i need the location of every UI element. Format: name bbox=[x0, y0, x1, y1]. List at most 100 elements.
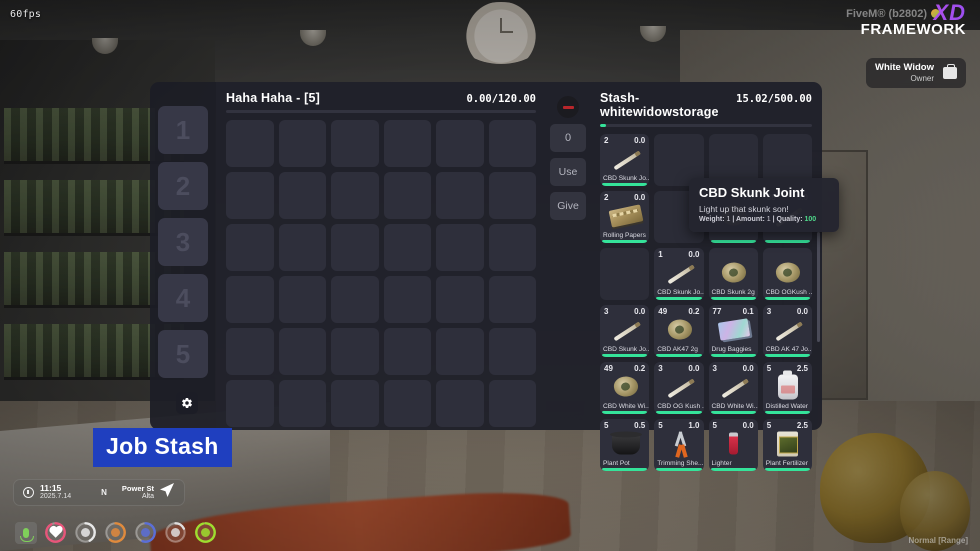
inventory-slot[interactable] bbox=[331, 380, 379, 427]
status-core bbox=[201, 528, 210, 537]
inventory-slot[interactable] bbox=[488, 172, 536, 219]
stash-slot-item[interactable]: 3 0.0 CBD AK 47 Jo... bbox=[762, 305, 812, 357]
stash-slot-item[interactable]: 1 0.0 CBD Skunk Jo... bbox=[654, 248, 704, 300]
hotbar-slot-3[interactable]: 3 bbox=[158, 218, 208, 266]
use-button[interactable]: Use bbox=[550, 158, 586, 186]
stash-slot-item[interactable]: 77 0.1 Drug Baggies bbox=[708, 305, 758, 357]
item-label: CBD AK 47 Jo... bbox=[765, 346, 812, 353]
item-label: Plant Pot bbox=[603, 460, 630, 467]
stash-slot-item[interactable]: 2 0.0 Rolling Papers bbox=[600, 191, 650, 243]
item-label: CBD OGKush ... bbox=[765, 289, 812, 296]
hotbar-slot-1[interactable]: 1 bbox=[158, 106, 208, 154]
inventory-slot[interactable] bbox=[488, 224, 536, 271]
hotbar-slot-5[interactable]: 5 bbox=[158, 330, 208, 378]
inventory-slot[interactable] bbox=[278, 172, 326, 219]
inventory-slot[interactable] bbox=[383, 120, 431, 167]
stash-slot-item[interactable]: 3 0.0 CBD White Wi... bbox=[708, 362, 758, 414]
inventory-slot[interactable] bbox=[488, 328, 536, 375]
stash-slot-item[interactable]: 49 0.2 CBD AK47 2g bbox=[654, 305, 704, 357]
inventory-slot[interactable] bbox=[488, 380, 536, 427]
stash-weight-bar-fill bbox=[600, 124, 607, 127]
inventory-slot[interactable] bbox=[278, 328, 326, 375]
inventory-slot[interactable] bbox=[226, 276, 274, 323]
inventory-slot[interactable] bbox=[383, 380, 431, 427]
hotbar-slot-2[interactable]: 2 bbox=[158, 162, 208, 210]
stash-weight-bar bbox=[600, 124, 812, 127]
inventory-slot[interactable] bbox=[436, 120, 484, 167]
hotbar-slot-4[interactable]: 4 bbox=[158, 274, 208, 322]
inventory-slot[interactable] bbox=[436, 276, 484, 323]
inventory-slot[interactable] bbox=[383, 276, 431, 323]
hotbar-slot-number: 4 bbox=[175, 282, 191, 313]
inventory-slot[interactable] bbox=[383, 224, 431, 271]
inventory-slot[interactable] bbox=[436, 380, 484, 427]
inventory-slot[interactable] bbox=[383, 172, 431, 219]
inventory-slot[interactable] bbox=[226, 224, 274, 271]
stash-slot-item[interactable]: 49 0.2 CBD White Wi... bbox=[600, 362, 650, 414]
stash-slot-item[interactable]: 2 0.0 CBD Skunk Jo... bbox=[600, 134, 650, 186]
inventory-slot[interactable] bbox=[488, 276, 536, 323]
joint-item-icon bbox=[662, 372, 696, 402]
tooltip-item-meta: Weight: 1 | Amount: 1 | Quality: 100 bbox=[699, 215, 817, 223]
player-inventory-weight: 0.00/120.00 bbox=[466, 93, 536, 105]
inventory-slot[interactable] bbox=[383, 328, 431, 375]
hotbar-slot-number: 5 bbox=[175, 338, 191, 369]
status-core bbox=[171, 528, 180, 537]
inventory-slot[interactable] bbox=[436, 328, 484, 375]
stash-slot-item[interactable]: 5 2.5 Distilled Water bbox=[762, 362, 812, 414]
stash-slot-item[interactable]: 5 0.0 Lighter bbox=[708, 419, 758, 471]
inventory-slot[interactable] bbox=[436, 172, 484, 219]
player-inventory-grid[interactable] bbox=[226, 120, 536, 427]
inventory-slot[interactable] bbox=[226, 328, 274, 375]
inventory-slot[interactable] bbox=[278, 120, 326, 167]
item-durability-bar bbox=[656, 411, 702, 414]
inventory-slot[interactable] bbox=[226, 380, 274, 427]
item-label: Plant Fertilizer bbox=[765, 460, 808, 467]
stash-scrollbar[interactable] bbox=[817, 232, 820, 342]
inventory-slot[interactable] bbox=[331, 120, 379, 167]
stash-slot-empty[interactable] bbox=[600, 248, 650, 300]
inventory-slot[interactable] bbox=[331, 224, 379, 271]
item-label: CBD Skunk Jo... bbox=[603, 346, 650, 353]
inventory-slot[interactable] bbox=[436, 224, 484, 271]
stash-slot-item[interactable]: 5 0.5 Plant Pot bbox=[600, 419, 650, 471]
give-button[interactable]: Give bbox=[550, 192, 586, 220]
stash-slot-item[interactable]: CBD Skunk 2g bbox=[708, 248, 758, 300]
item-label: CBD Skunk Jo... bbox=[603, 175, 650, 182]
hotbar-slot-number: 3 bbox=[175, 226, 191, 257]
stash-slot-item[interactable]: CBD OGKush ... bbox=[762, 248, 812, 300]
item-label: Trimming She... bbox=[657, 460, 704, 467]
item-label: CBD AK47 2g bbox=[657, 346, 698, 353]
inventory-slot[interactable] bbox=[331, 172, 379, 219]
stash-slot-item[interactable]: 3 0.0 CBD Skunk Jo... bbox=[600, 305, 650, 357]
bud-item-icon bbox=[716, 258, 750, 288]
quantity-input[interactable]: 0 bbox=[550, 124, 586, 152]
inventory-slot[interactable] bbox=[278, 276, 326, 323]
inventory-slot[interactable] bbox=[488, 120, 536, 167]
stash-slot-item[interactable]: 3 0.0 CBD OG Kush ... bbox=[654, 362, 704, 414]
joint-item-icon bbox=[608, 315, 642, 345]
hunger-icon bbox=[104, 521, 127, 544]
stash-inventory-weight: 15.02/500.00 bbox=[736, 93, 812, 105]
inventory-slot[interactable] bbox=[331, 328, 379, 375]
xd-framework-logo: XD FRAMEWORK bbox=[860, 2, 966, 38]
brand-framework-text: FRAMEWORK bbox=[860, 21, 966, 38]
hotbar-slot-number: 2 bbox=[175, 170, 191, 201]
stash-slot-item[interactable]: 5 2.5 Plant Fertilizer bbox=[762, 419, 812, 471]
inventory-slot[interactable] bbox=[226, 120, 274, 167]
inventory-settings-button[interactable] bbox=[176, 392, 198, 414]
joint-item-icon bbox=[608, 144, 642, 174]
inventory-slot[interactable] bbox=[226, 172, 274, 219]
cancel-icon[interactable] bbox=[557, 96, 579, 118]
stash-slot-item[interactable]: 5 1.0 Trimming She... bbox=[654, 419, 704, 471]
inventory-slot[interactable] bbox=[331, 276, 379, 323]
inventory-slot[interactable] bbox=[278, 380, 326, 427]
hotbar-slot-number: 1 bbox=[175, 114, 191, 145]
tooltip-weight-value: 1 bbox=[726, 215, 731, 223]
item-label: Lighter bbox=[711, 460, 732, 467]
job-name: White Widow bbox=[874, 62, 934, 73]
item-tooltip: CBD Skunk Joint Light up that skunk son!… bbox=[689, 178, 839, 232]
armor-icon bbox=[74, 521, 97, 544]
item-durability-bar bbox=[764, 354, 810, 357]
inventory-slot[interactable] bbox=[278, 224, 326, 271]
